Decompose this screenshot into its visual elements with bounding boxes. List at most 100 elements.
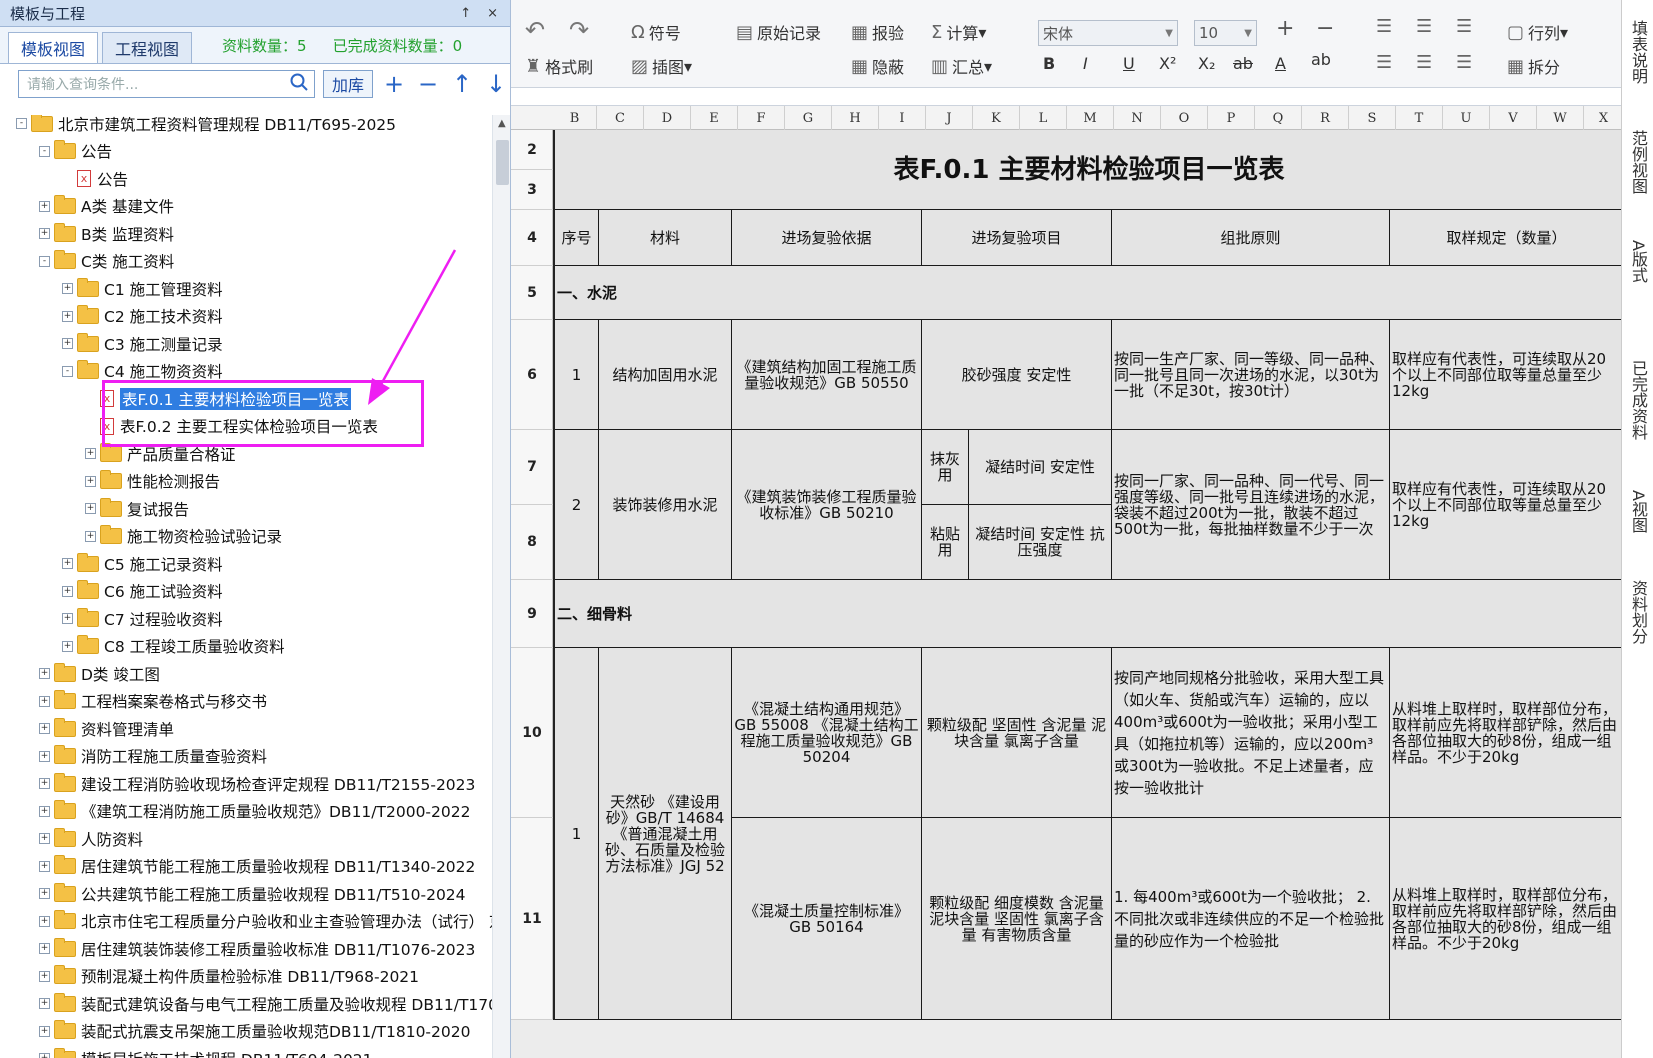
format-painter-button[interactable]: ♜ 格式刷	[525, 54, 593, 78]
calc-button[interactable]: Σ 计算 ▾	[931, 20, 986, 44]
expand-icon[interactable]: +	[39, 970, 50, 982]
expand-icon[interactable]: +	[39, 833, 50, 844]
expand-icon[interactable]: +	[39, 915, 50, 927]
expand-icon[interactable]: +	[39, 668, 50, 679]
symbol-button[interactable]: Ω 符号	[631, 20, 681, 44]
side-strip-text[interactable]: A版式	[1628, 240, 1648, 283]
tree-node[interactable]: + 消防工程施工质量查验资料	[39, 743, 267, 770]
expand-icon[interactable]: +	[62, 613, 73, 624]
column-header[interactable]: I	[879, 106, 926, 130]
expand-icon[interactable]: +	[62, 585, 73, 597]
column-header[interactable]: U	[1443, 106, 1490, 130]
row-header[interactable]: 3	[511, 170, 553, 210]
remove-icon[interactable]: −	[415, 72, 441, 96]
tree-node[interactable]: + 复试报告	[85, 495, 189, 522]
column-header[interactable]: J	[926, 106, 973, 130]
move-up-icon[interactable]: ↑	[449, 72, 475, 96]
side-strip-text[interactable]: A视图	[1628, 490, 1648, 533]
column-header[interactable]: K	[973, 106, 1020, 130]
column-header[interactable]: F	[738, 106, 785, 130]
insert-picture-button[interactable]: ▨ 插图 ▾	[631, 54, 692, 78]
tree-node[interactable]: + C1 施工管理资料	[62, 275, 223, 302]
bold-button[interactable]: B	[1043, 54, 1055, 73]
align-bottom-icon[interactable]: ☰	[1456, 16, 1472, 37]
undo-icon[interactable]: ↶	[525, 16, 545, 44]
row-header[interactable]: 7	[511, 430, 553, 505]
row-header[interactable]: 2	[511, 130, 553, 170]
column-header[interactable]: H	[832, 106, 879, 130]
tree-node[interactable]: + B类 监理资料	[39, 220, 174, 247]
report-button[interactable]: ▦ 报验	[851, 20, 904, 44]
scroll-up-icon[interactable]: ▲	[498, 118, 506, 129]
expand-icon[interactable]: +	[62, 558, 73, 569]
side-strip-text[interactable]: 填表说明	[1628, 20, 1648, 84]
tree-node[interactable]: + 居住建筑装饰装修工程质量验收标准 DB11/T1076-2023	[39, 935, 475, 962]
expand-icon[interactable]: +	[39, 998, 50, 1009]
expand-icon[interactable]: +	[85, 475, 96, 487]
tree-node[interactable]: - 公告	[39, 138, 112, 165]
strikethrough-button[interactable]: ab	[1233, 54, 1253, 73]
tree-node[interactable]: - C类 施工资料	[39, 248, 174, 275]
tree-node[interactable]: + D类 竣工图	[39, 660, 160, 687]
collapse-icon[interactable]: -	[62, 365, 73, 377]
subscript-button[interactable]: X₂	[1198, 54, 1215, 73]
add-library-button[interactable]: 加库	[323, 70, 374, 98]
tree-node[interactable]: + 工程档案案卷格式与移交书	[39, 688, 267, 715]
column-header[interactable]: O	[1161, 106, 1208, 130]
column-header[interactable]: E	[691, 106, 738, 130]
hide-button[interactable]: ▦ 隐蔽	[851, 54, 904, 78]
pin-icon[interactable]: ↑	[460, 6, 471, 21]
tree-node[interactable]: x 公告	[62, 165, 128, 192]
column-header[interactable]: S	[1349, 106, 1396, 130]
expand-icon[interactable]: +	[39, 1025, 50, 1037]
expand-icon[interactable]: +	[39, 723, 50, 734]
row-header[interactable]: 10	[511, 648, 553, 818]
pinyin-button[interactable]: ab	[1311, 50, 1331, 69]
column-header[interactable]: T	[1396, 106, 1443, 130]
tree-node[interactable]: + C6 施工试验资料	[62, 578, 223, 605]
expand-icon[interactable]: +	[39, 1053, 50, 1058]
move-down-icon[interactable]: ↓	[483, 72, 509, 96]
expand-icon[interactable]: +	[39, 888, 50, 899]
tree-node[interactable]: + 居住建筑节能工程施工质量验收规程 DB11/T1340-2022	[39, 853, 475, 880]
search-input[interactable]: 请输入查询条件...	[18, 70, 315, 98]
collapse-icon[interactable]: -	[39, 255, 50, 267]
expand-icon[interactable]: +	[39, 695, 50, 707]
tree-node[interactable]: + 装配式建筑设备与电气工程施工质量及验收规程 DB11/T1709-	[39, 990, 492, 1017]
tree-node[interactable]: + 装配式抗震支吊架施工质量验收规范DB11/T1810-2020	[39, 1018, 470, 1045]
side-strip-text[interactable]: 已完成资料	[1628, 360, 1648, 440]
tree-node[interactable]: + 公共建筑节能工程施工质量验收规程 DB11/T510-2024	[39, 880, 466, 907]
decrease-font-icon[interactable]: −	[1316, 16, 1334, 41]
column-header[interactable]: C	[597, 106, 644, 130]
side-strip-text[interactable]: 资料划分	[1628, 580, 1648, 644]
tree-node[interactable]: + 预制混凝土构件质量检验标准 DB11/T968-2021	[39, 963, 419, 990]
tree-node[interactable]: + C7 过程验收资料	[62, 605, 223, 632]
font-color-button[interactable]: A	[1275, 54, 1286, 73]
tab-template-view[interactable]: 模板视图	[8, 32, 99, 63]
column-header[interactable]: R	[1302, 106, 1349, 130]
expand-icon[interactable]: +	[62, 310, 73, 322]
superscript-button[interactable]: X²	[1159, 54, 1176, 73]
row-header[interactable]: 5	[511, 266, 553, 320]
expand-icon[interactable]: +	[62, 338, 73, 349]
original-record-button[interactable]: ▤ 原始记录	[736, 20, 821, 44]
redo-icon[interactable]: ↷	[569, 16, 589, 44]
close-icon[interactable]: ×	[487, 6, 498, 21]
tree-node[interactable]: - 北京市建筑工程资料管理规程 DB11/T695-2025	[16, 115, 396, 137]
expand-icon[interactable]: +	[85, 448, 96, 459]
add-icon[interactable]: +	[381, 72, 407, 96]
expand-icon[interactable]: +	[39, 860, 50, 872]
row-header[interactable]: 8	[511, 505, 553, 580]
tree-node[interactable]: + 建设工程消防验收现场检查评定规程 DB11/T2155-2023	[39, 770, 475, 797]
column-header[interactable]: M	[1067, 106, 1114, 130]
align-top-icon[interactable]: ☰	[1376, 16, 1392, 37]
tree-node[interactable]: + C3 施工测量记录	[62, 330, 223, 357]
column-header[interactable]: L	[1020, 106, 1067, 130]
summary-button[interactable]: ▥ 汇总 ▾	[931, 54, 992, 78]
tree-node[interactable]: + A类 基建文件	[39, 193, 174, 220]
row-col-button[interactable]: ▢ 行列 ▾	[1507, 20, 1568, 44]
tree-node[interactable]: + 模板早拆施工技术规程 DB11/T694-2021	[39, 1045, 373, 1058]
column-header[interactable]: V	[1490, 106, 1537, 130]
column-header[interactable]: P	[1208, 106, 1255, 130]
tree-node[interactable]: + 人防资料	[39, 825, 143, 852]
